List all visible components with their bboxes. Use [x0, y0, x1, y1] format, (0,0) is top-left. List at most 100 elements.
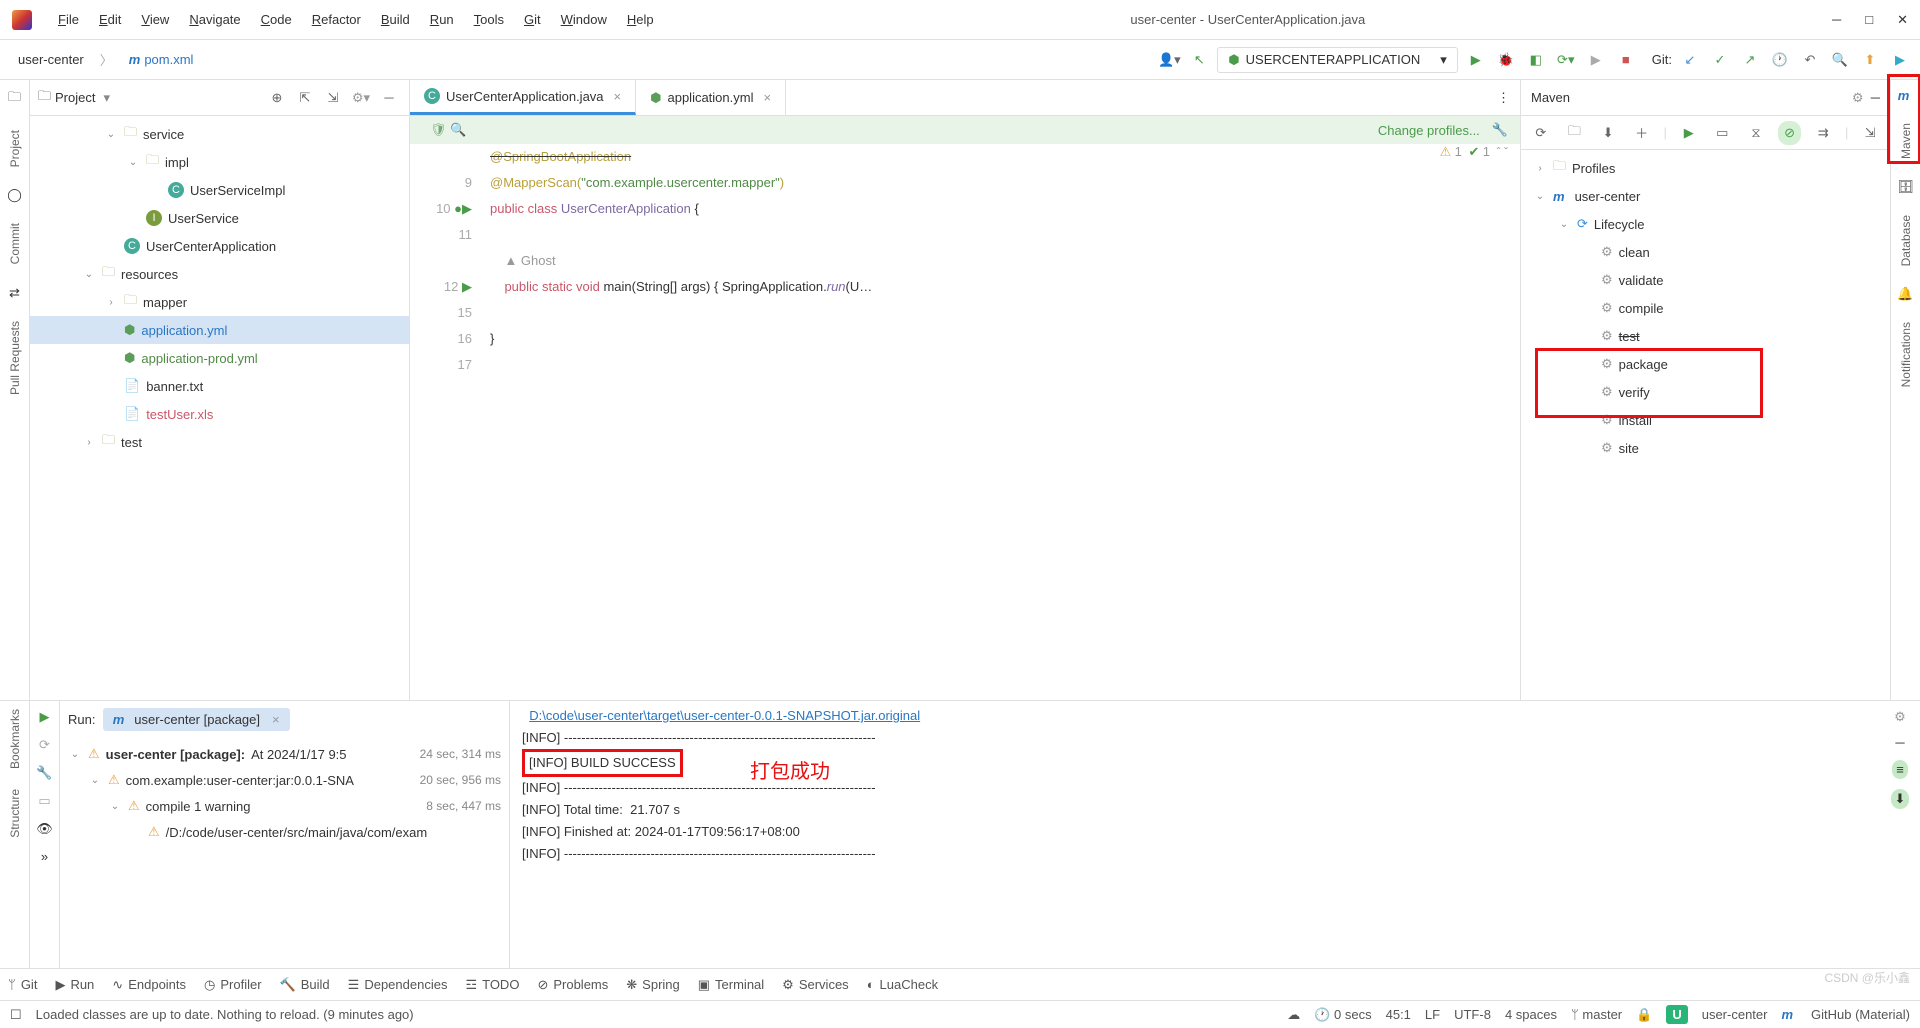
inspection-badge[interactable]: ⚠ 1 ✔ 1 ˆ ˇ	[1440, 144, 1508, 160]
status-cloud-icon[interactable]: ☁	[1287, 1007, 1300, 1023]
structure-tool-label[interactable]: Structure	[8, 789, 22, 838]
commit-tool-icon[interactable]: ◯	[7, 187, 22, 203]
status-branch[interactable]: ᛘ master	[1571, 1007, 1622, 1022]
bookmarks-tool-label[interactable]: Bookmarks	[8, 709, 22, 769]
show-deps-icon[interactable]: ⇉	[1811, 121, 1835, 145]
run-tree-item[interactable]: ⚠/D:/code/user-center/src/main/java/com/…	[60, 819, 509, 845]
bottom-services[interactable]: ⚙Services	[782, 977, 849, 993]
status-eol[interactable]: LF	[1425, 1007, 1440, 1022]
eye-icon[interactable]: 👁	[36, 821, 53, 837]
more-icon[interactable]: »	[41, 849, 48, 864]
breadcrumb-project[interactable]: user-center	[8, 48, 94, 71]
database-tool-icon[interactable]: 🗄	[1897, 179, 1914, 195]
maven-item-test[interactable]: ⚙test	[1521, 322, 1890, 350]
filter-icon[interactable]: ▭	[38, 793, 50, 809]
ide-update-icon[interactable]: ⬆	[1858, 48, 1882, 72]
run-tree-item[interactable]: ⌄⚠compile 1 warning8 sec, 447 ms	[60, 793, 509, 819]
status-encoding[interactable]: UTF-8	[1454, 1007, 1491, 1022]
commit-tool-label[interactable]: Commit	[8, 223, 22, 264]
bottom-endpoints[interactable]: ∿Endpoints	[112, 977, 186, 993]
lock-icon[interactable]: 🔒	[1636, 1007, 1652, 1023]
git-history-icon[interactable]: 🕐	[1768, 48, 1792, 72]
gen-sources-icon[interactable]: 🗀	[1563, 121, 1587, 145]
menu-refactor[interactable]: Refactor	[302, 12, 371, 27]
profile-icon[interactable]: ⟳▾	[1554, 48, 1578, 72]
menu-build[interactable]: Build	[371, 12, 420, 27]
search-icon[interactable]: 🔍	[1828, 48, 1852, 72]
menu-view[interactable]: View	[131, 12, 179, 27]
notifications-tool-icon[interactable]: 🔔	[1897, 286, 1913, 302]
run-anything-icon[interactable]: ▶	[1888, 48, 1912, 72]
user-icon[interactable]: 👤▾	[1157, 48, 1181, 72]
database-tool-label[interactable]: Database	[1899, 215, 1913, 266]
status-theme[interactable]: GitHub (Material)	[1811, 1007, 1910, 1022]
tree-item[interactable]: ⌄🗀resources	[30, 260, 409, 288]
maven-item-clean[interactable]: ⚙clean	[1521, 238, 1890, 266]
hammer-icon[interactable]: ↖	[1187, 48, 1211, 72]
maven-item-user-center[interactable]: ⌄muser-center	[1521, 182, 1890, 210]
download-icon[interactable]: ⬇	[1596, 121, 1620, 145]
run-tree-item[interactable]: ⌄⚠user-center [package]: At 2024/1/17 9:…	[60, 741, 509, 767]
add-icon[interactable]: ＋	[1630, 121, 1654, 145]
maven-tool-icon[interactable]: m	[1898, 88, 1910, 103]
hide-icon[interactable]: ─	[1871, 90, 1880, 105]
gear-icon[interactable]: ⚙	[1894, 709, 1906, 725]
menu-code[interactable]: Code	[251, 12, 302, 27]
git-push-icon[interactable]: ↗	[1738, 48, 1762, 72]
bottom-dependencies[interactable]: ☰Dependencies	[348, 977, 448, 993]
tree-item[interactable]: ›🗀mapper	[30, 288, 409, 316]
editor-tab[interactable]: ⬢application.yml×	[636, 80, 786, 115]
breadcrumb-file[interactable]: mpom.xml	[119, 48, 204, 71]
maven-item-verify[interactable]: ⚙verify	[1521, 378, 1890, 406]
pr-tool-label[interactable]: Pull Requests	[8, 321, 22, 395]
bottom-problems[interactable]: ⊘Problems	[537, 977, 608, 993]
wrench-icon[interactable]: 🔧	[1492, 122, 1508, 138]
gear-icon[interactable]: ⚙	[1852, 90, 1864, 105]
maven-item-Lifecycle[interactable]: ⌄⟳Lifecycle	[1521, 210, 1890, 238]
debug-icon[interactable]: 🐞	[1494, 48, 1518, 72]
git-commit-icon[interactable]: ✓	[1708, 48, 1732, 72]
run-tree-item[interactable]: ⌄⚠com.example:user-center:jar:0.0.1-SNA2…	[60, 767, 509, 793]
git-rollback-icon[interactable]: ↶	[1798, 48, 1822, 72]
menu-help[interactable]: Help	[617, 12, 664, 27]
maven-item-site[interactable]: ⚙site	[1521, 434, 1890, 462]
tree-item[interactable]: ⌄🗀service	[30, 120, 409, 148]
execute-icon[interactable]: ▭	[1711, 121, 1735, 145]
bottom-profiler[interactable]: ◷Profiler	[204, 977, 262, 993]
hide-icon[interactable]: ─	[1895, 735, 1904, 750]
run-icon[interactable]: ▶	[1677, 121, 1701, 145]
bottom-spring[interactable]: ❋Spring	[626, 977, 679, 993]
notifications-tool-label[interactable]: Notifications	[1899, 322, 1913, 387]
rerun-icon[interactable]: ▶	[40, 709, 50, 725]
tree-item[interactable]: ⬢application.yml	[30, 316, 409, 344]
offline-icon[interactable]: ⊘	[1778, 121, 1802, 145]
status-indent[interactable]: 4 spaces	[1505, 1007, 1557, 1022]
toggle-skip-icon[interactable]: ⧖	[1744, 121, 1768, 145]
maximize-button[interactable]: □	[1865, 12, 1873, 28]
soft-wrap-icon[interactable]: ≡	[1892, 760, 1908, 779]
maven-item-install[interactable]: ⚙install	[1521, 406, 1890, 434]
stop-icon[interactable]: ■	[1614, 48, 1638, 72]
maven-item-validate[interactable]: ⚙validate	[1521, 266, 1890, 294]
wrench-icon[interactable]: 🔧	[36, 765, 52, 781]
change-profiles-link[interactable]: Change profiles...	[1378, 123, 1480, 138]
menu-tools[interactable]: Tools	[464, 12, 514, 27]
collapse-all-icon[interactable]: ⇲	[321, 86, 345, 110]
run-config-select[interactable]: ⬢USERCENTERAPPLICATION▾	[1217, 47, 1457, 73]
run-icon[interactable]: ▶	[1464, 48, 1488, 72]
menu-navigate[interactable]: Navigate	[179, 12, 250, 27]
bottom-luacheck[interactable]: ◐LuaCheck	[867, 977, 938, 992]
bottom-terminal[interactable]: ▣Terminal	[698, 977, 764, 993]
stop-icon[interactable]: ⟳	[39, 737, 50, 753]
project-tool-icon[interactable]: 🗀	[8, 88, 21, 110]
tree-item[interactable]: 📄testUser.xls	[30, 400, 409, 428]
close-button[interactable]: ✕	[1897, 12, 1908, 28]
pr-tool-icon[interactable]: ⇄	[9, 285, 20, 301]
bottom-git[interactable]: ᛘGit	[8, 977, 37, 992]
tree-item[interactable]: 📄banner.txt	[30, 372, 409, 400]
bottom-run[interactable]: ▶Run	[55, 977, 94, 993]
status-pos[interactable]: 45:1	[1386, 1007, 1411, 1022]
tabs-more-icon[interactable]: ⋮	[1487, 80, 1520, 115]
scroll-end-icon[interactable]: ⬇	[1891, 789, 1910, 809]
minimize-button[interactable]: ─	[1832, 12, 1841, 28]
